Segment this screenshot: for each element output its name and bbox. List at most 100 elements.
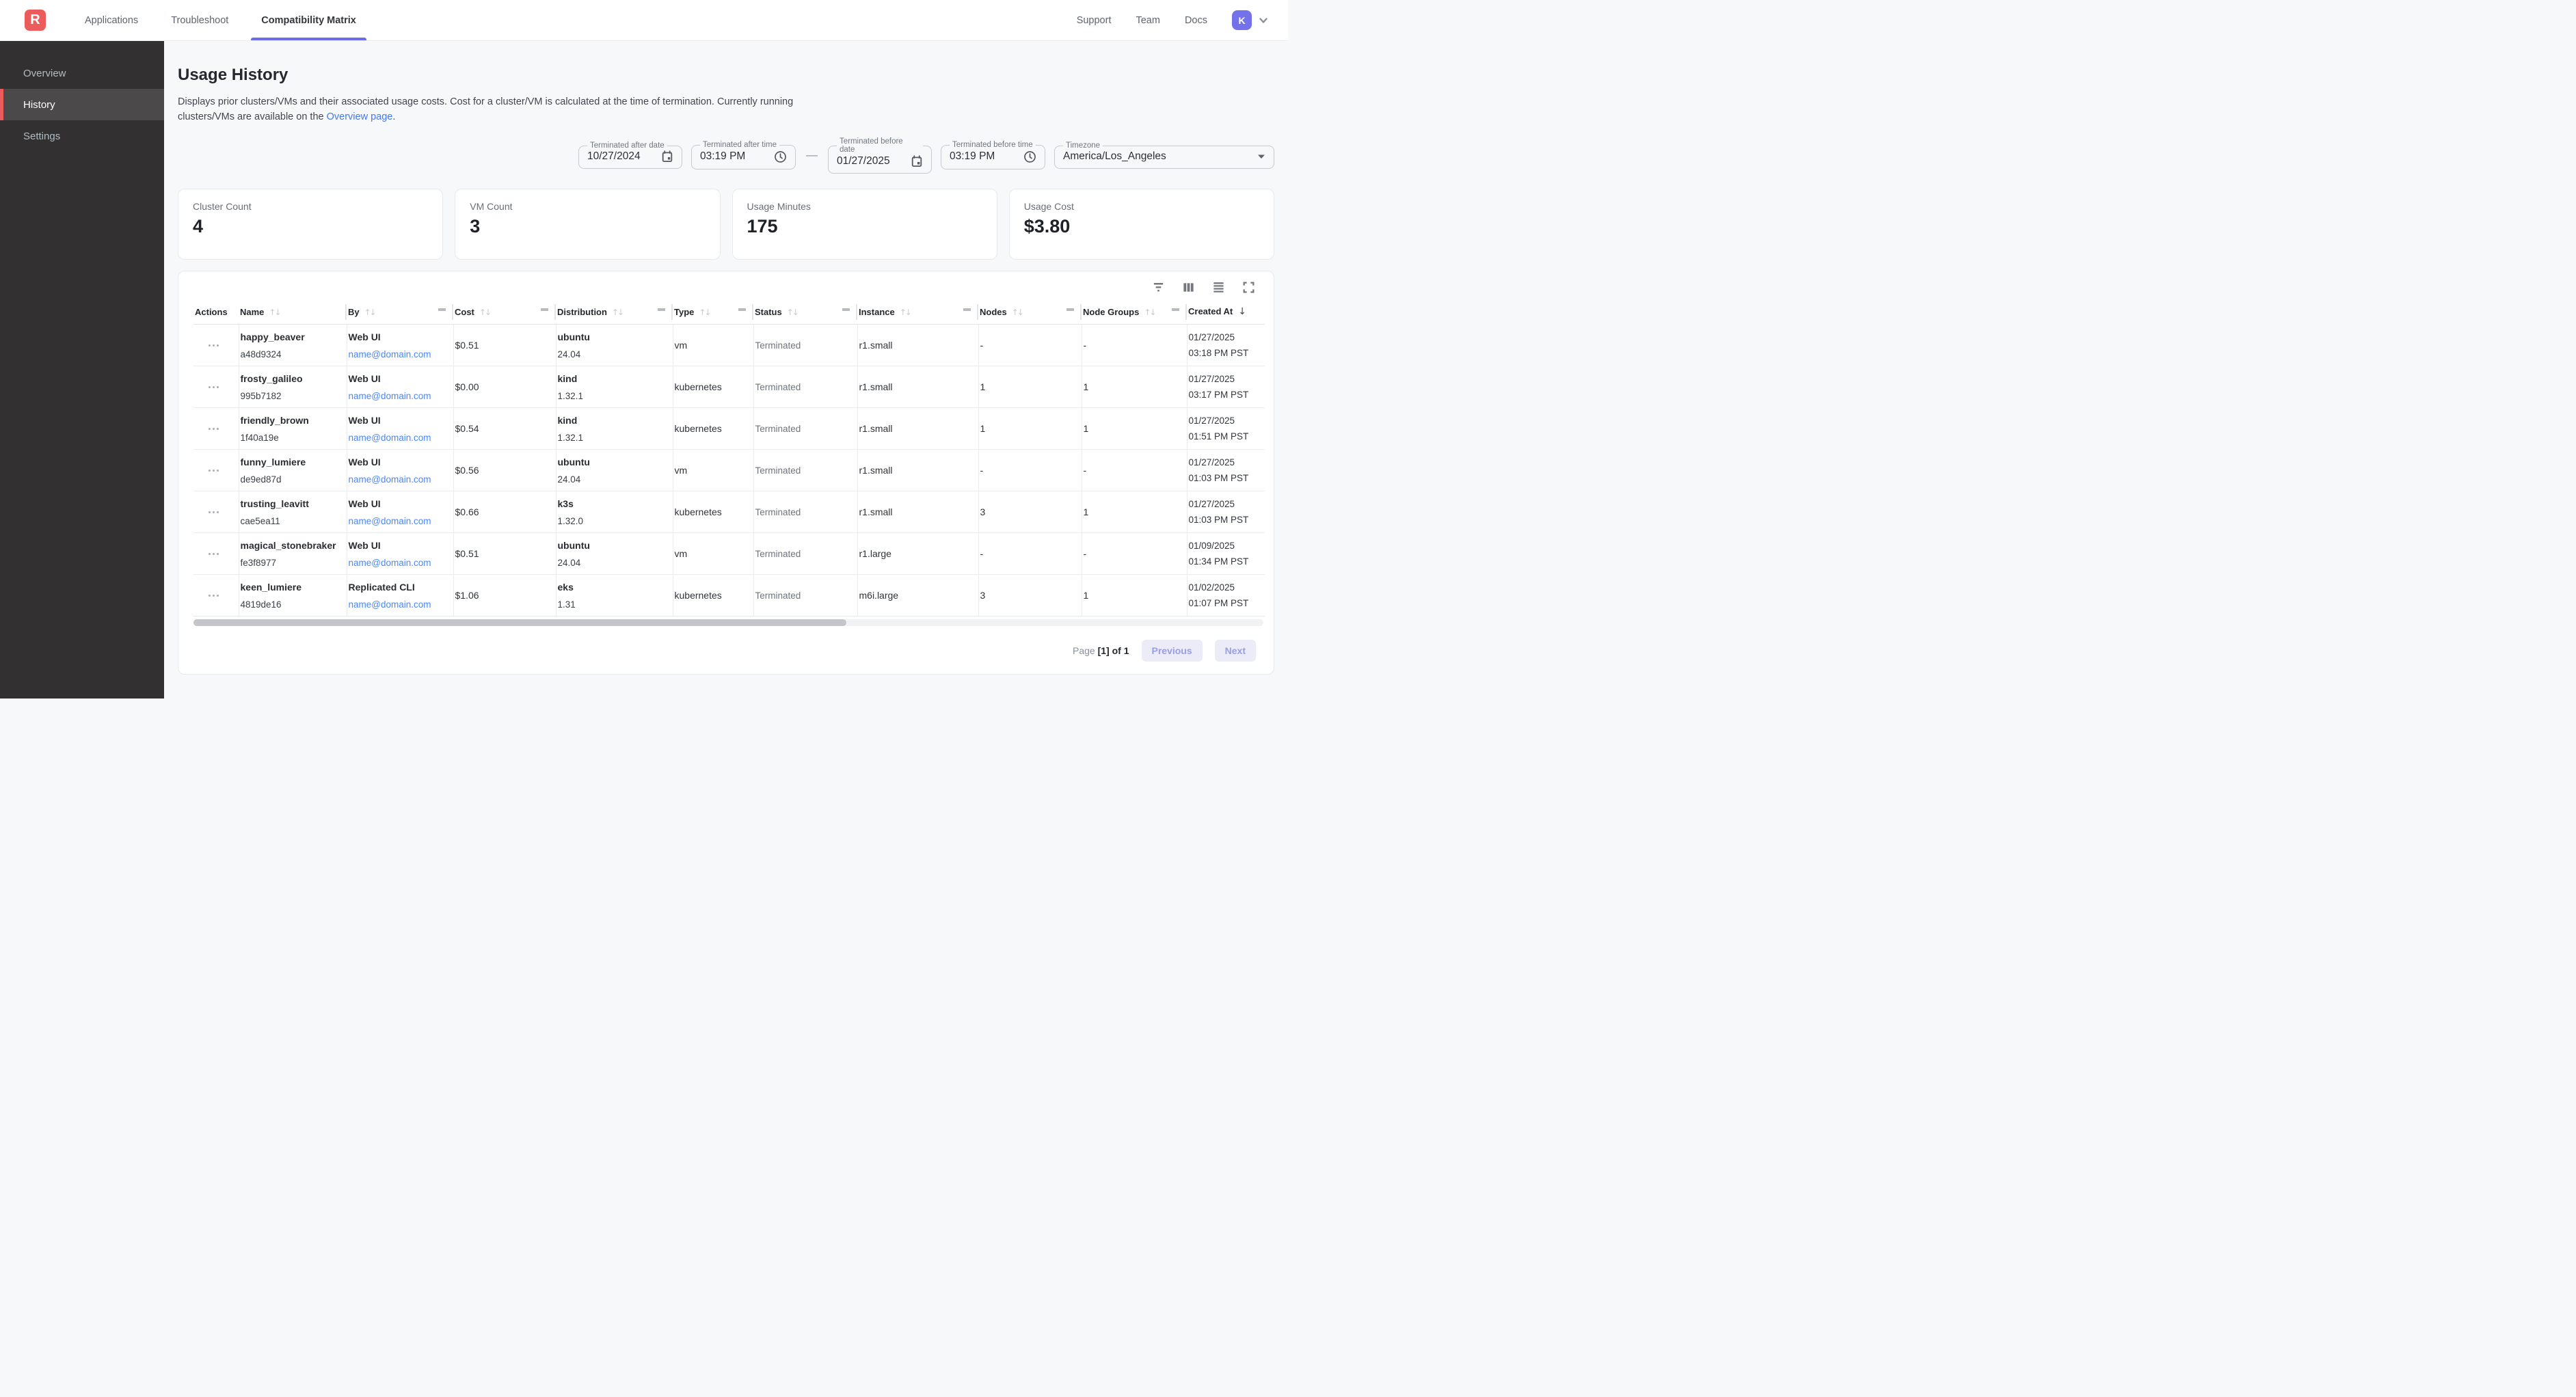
sort-desc-icon[interactable]: ↓ [1238,306,1246,317]
terminated-before-time-field[interactable]: Terminated before time 03:19 PM [941,141,1045,169]
column-menu-icon[interactable] [738,308,746,311]
created-by-email-link[interactable]: name@domain.com [349,599,446,610]
dot-icon [217,344,219,347]
filter-icon[interactable] [1152,281,1165,294]
sort-arrows-icon[interactable]: ↑↓ [269,308,280,317]
created-by-email-link[interactable]: name@domain.com [349,516,446,526]
created-date: 01/27/2025 [1189,332,1259,342]
user-avatar[interactable]: K [1232,10,1252,30]
cell-status: Terminated [753,325,857,366]
created-by-email-link[interactable]: name@domain.com [349,349,446,360]
column-header-instance[interactable]: Instance↑↓ [857,299,978,325]
terminated-after-time-label: Terminated after time [700,141,779,150]
cell-type: vm [673,533,753,575]
created-by-email-link[interactable]: name@domain.com [349,391,446,401]
column-menu-icon[interactable] [658,308,665,311]
stat-label: Usage Minutes [747,201,982,212]
column-menu-icon[interactable] [1066,308,1074,311]
column-header-distribution[interactable]: Distribution↑↓ [556,299,673,325]
sort-arrows-icon[interactable]: ↑↓ [900,308,911,317]
chevron-down-icon[interactable] [1258,15,1269,26]
column-menu-icon[interactable] [1172,308,1179,311]
column-menu-icon[interactable] [438,308,446,311]
column-header-cost[interactable]: Cost↑↓ [453,299,556,325]
column-menu-icon[interactable] [842,308,850,311]
row-actions-button[interactable] [195,511,232,513]
nav-tab-troubleshoot[interactable]: Troubleshoot [161,0,239,40]
created-by-email-link[interactable]: name@domain.com [349,474,446,485]
density-icon[interactable] [1212,281,1225,294]
app-logo[interactable]: R [25,10,46,31]
nav-link-docs[interactable]: Docs [1185,15,1207,26]
cell-by: Web UIname@domain.com [347,408,453,450]
caret-down-icon[interactable] [1257,154,1265,159]
terminated-after-time-value[interactable]: 03:19 PM [700,150,745,163]
nav-link-team[interactable]: Team [1136,15,1159,26]
column-header-by[interactable]: By↑↓ [347,299,453,325]
overview-page-link[interactable]: Overview page [327,111,393,122]
row-actions-button[interactable] [195,470,232,472]
cell-cost: $0.66 [453,491,556,533]
column-menu-icon[interactable] [963,308,971,311]
created-date: 01/27/2025 [1189,457,1259,467]
columns-icon[interactable] [1182,281,1195,294]
created-by-email-link[interactable]: name@domain.com [349,433,446,443]
column-header-status[interactable]: Status↑↓ [753,299,857,325]
cell-created-at: 01/27/202503:17 PM PST [1187,366,1265,408]
terminated-before-date-value[interactable]: 01/27/2025 [837,155,890,167]
previous-page-button[interactable]: Previous [1142,640,1203,662]
sort-arrows-icon[interactable]: ↑↓ [479,308,490,317]
sort-arrows-icon[interactable]: ↑↓ [787,308,798,317]
sort-arrows-icon[interactable]: ↑↓ [364,308,375,317]
column-header-name[interactable]: Name↑↓ [239,299,347,325]
horizontal-scrollbar[interactable] [193,619,1263,626]
page-indicator: Page [1] of 1 [1073,645,1129,656]
terminated-before-time-value[interactable]: 03:19 PM [950,150,995,163]
cell-actions [193,575,239,616]
column-menu-icon[interactable] [541,308,548,311]
sidebar-item-overview[interactable]: Overview [0,57,164,89]
cost-value: $0.51 [455,340,479,351]
terminated-before-date-field[interactable]: Terminated before date 01/27/2025 [828,137,932,174]
created-by-email-link[interactable]: name@domain.com [349,558,446,568]
calendar-icon[interactable] [911,155,923,167]
nav-tab-applications[interactable]: Applications [75,0,148,40]
status-badge: Terminated [755,507,801,517]
dot-icon [217,428,219,430]
nodes-value: 3 [980,590,986,601]
next-page-button[interactable]: Next [1215,640,1256,662]
clock-icon[interactable] [774,150,787,163]
timezone-select[interactable]: Timezone America/Los_Angeles [1054,141,1274,169]
stat-card-usage-cost: Usage Cost $3.80 [1009,189,1274,260]
terminated-after-date-value[interactable]: 10/27/2024 [587,150,641,163]
sort-arrows-icon[interactable]: ↑↓ [699,308,710,317]
row-actions-button[interactable] [195,428,232,430]
row-actions-button[interactable] [195,553,232,555]
sort-arrows-icon[interactable]: ↑↓ [1144,308,1155,317]
row-actions-button[interactable] [195,344,232,347]
terminated-after-date-field[interactable]: Terminated after date 10/27/2024 [578,141,682,169]
node-groups-value: - [1084,340,1087,351]
cluster-id: 1f40a19e [241,433,340,443]
stats-row: Cluster Count 4 VM Count 3 Usage Minutes… [178,189,1274,260]
fullscreen-icon[interactable] [1242,281,1255,294]
row-actions-button[interactable] [195,595,232,597]
nav-tab-compatibility-matrix[interactable]: Compatibility Matrix [251,0,366,40]
sort-arrows-icon[interactable]: ↑↓ [1012,308,1023,317]
timezone-value[interactable]: America/Los_Angeles [1063,150,1166,163]
column-header-created-at[interactable]: Created At↓ [1187,299,1265,325]
created-by-source: Replicated CLI [349,582,446,593]
sort-arrows-icon[interactable]: ↑↓ [612,308,623,317]
column-header-nodes[interactable]: Nodes↑↓ [978,299,1082,325]
row-actions-button[interactable] [195,386,232,388]
scrollbar-thumb[interactable] [193,619,846,626]
column-header-node-groups[interactable]: Node Groups↑↓ [1082,299,1187,325]
sidebar-item-settings[interactable]: Settings [0,120,164,152]
clock-icon[interactable] [1023,150,1036,163]
node-groups-value: - [1084,465,1087,476]
terminated-after-time-field[interactable]: Terminated after time 03:19 PM [691,141,796,169]
nav-link-support[interactable]: Support [1077,15,1112,26]
column-header-type[interactable]: Type↑↓ [673,299,753,325]
calendar-icon[interactable] [661,150,673,163]
sidebar-item-history[interactable]: History [0,89,164,120]
